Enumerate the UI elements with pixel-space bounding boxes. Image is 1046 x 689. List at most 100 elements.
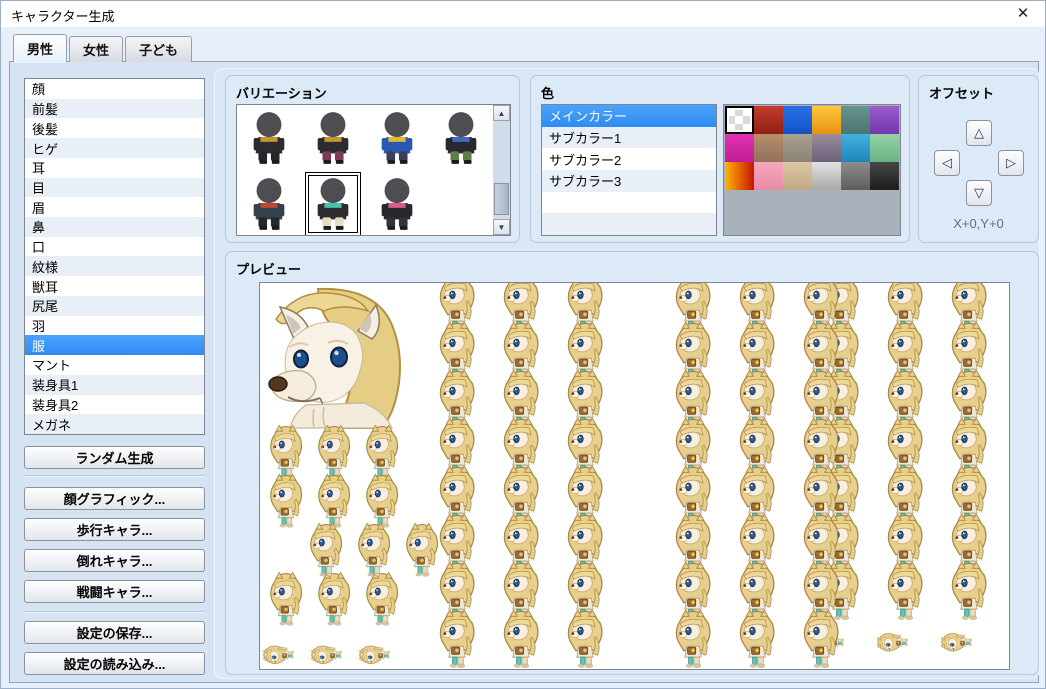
variation-item[interactable] bbox=[301, 171, 365, 236]
variation-item[interactable] bbox=[429, 105, 493, 171]
offset-title: オフセット bbox=[929, 83, 994, 102]
palette-swatch-18[interactable] bbox=[870, 162, 899, 190]
lying-character-sprite bbox=[263, 627, 309, 670]
parts-list-item-12[interactable]: 尻尾 bbox=[25, 296, 204, 316]
palette-swatch-16[interactable] bbox=[812, 162, 841, 190]
palette-swatch-11[interactable] bbox=[841, 134, 870, 162]
parts-list-item-2[interactable]: 前髪 bbox=[25, 99, 204, 119]
offset-right-button[interactable]: ▷ bbox=[998, 150, 1024, 176]
character-sprite bbox=[563, 610, 607, 668]
palette-swatch-12[interactable] bbox=[870, 134, 899, 162]
preview-sprite-cell bbox=[941, 618, 997, 667]
clothing-variation-sprite bbox=[374, 111, 420, 165]
preview-sprite-cell bbox=[314, 572, 354, 627]
palette-swatch-3[interactable] bbox=[783, 106, 812, 134]
color-channel-list[interactable]: メインカラーサブカラー1サブカラー2サブカラー3 bbox=[541, 104, 717, 236]
preview-small-sprite-grid bbox=[262, 431, 412, 670]
palette-swatch-14[interactable] bbox=[754, 162, 783, 190]
preview-sprite-cell bbox=[266, 523, 306, 578]
palette-swatch-9[interactable] bbox=[783, 134, 812, 162]
lying-character-sprite bbox=[311, 627, 357, 670]
character-sprite bbox=[362, 474, 402, 528]
parts-list-item-4[interactable]: ヒゲ bbox=[25, 138, 204, 158]
parts-list-item-7[interactable]: 眉 bbox=[25, 197, 204, 217]
lying-character-sprite bbox=[941, 618, 997, 662]
variation-item[interactable] bbox=[301, 105, 365, 171]
parts-list-item-14[interactable]: 服 bbox=[25, 335, 204, 355]
face-graphic-button[interactable]: 顔グラフィック... bbox=[24, 487, 205, 510]
preview-group: プレビュー bbox=[225, 251, 1039, 675]
scroll-up-icon[interactable]: ▲ bbox=[493, 105, 510, 121]
walk-character-button[interactable]: 歩行キャラ... bbox=[24, 518, 205, 541]
preview-sprite-cell bbox=[314, 523, 354, 578]
offset-up-button[interactable]: △ bbox=[966, 120, 992, 146]
preview-sprite-cell bbox=[359, 627, 405, 670]
palette-swatch-7[interactable] bbox=[725, 134, 754, 162]
preview-box bbox=[259, 282, 1010, 670]
load-settings-button[interactable]: 設定の読み込み... bbox=[24, 652, 205, 675]
variation-item[interactable] bbox=[365, 171, 429, 236]
scroll-down-icon[interactable]: ▼ bbox=[493, 219, 510, 235]
scrollbar-thumb[interactable] bbox=[494, 183, 509, 215]
variation-item[interactable] bbox=[365, 105, 429, 171]
tab-女性[interactable]: 女性 bbox=[69, 36, 123, 62]
variation-box: ▲ ▼ bbox=[236, 104, 511, 236]
tab-子ども[interactable]: 子ども bbox=[125, 36, 192, 62]
palette-swatch-15[interactable] bbox=[783, 162, 812, 190]
offset-down-button[interactable]: ▽ bbox=[966, 180, 992, 206]
color-channel-2[interactable]: サブカラー1 bbox=[542, 127, 716, 149]
character-sprite bbox=[314, 474, 354, 528]
offset-value: X+0,Y+0 bbox=[919, 216, 1038, 231]
palette-swatch-8[interactable] bbox=[754, 134, 783, 162]
palette-swatch-10[interactable] bbox=[812, 134, 841, 162]
parts-list-item-10[interactable]: 紋様 bbox=[25, 256, 204, 276]
parts-list-item-18[interactable]: メガネ bbox=[25, 414, 204, 434]
character-sprite bbox=[362, 425, 402, 479]
parts-list-item-5[interactable]: 耳 bbox=[25, 158, 204, 178]
color-channel-empty bbox=[542, 213, 716, 235]
offset-group: オフセット △ ◁ ▷ ▽ X+0,Y+0 bbox=[918, 75, 1039, 243]
variation-item[interactable] bbox=[237, 171, 301, 236]
damage-character-button[interactable]: 倒れキャラ... bbox=[24, 549, 205, 572]
parts-list-item-6[interactable]: 目 bbox=[25, 178, 204, 198]
tab-男性[interactable]: 男性 bbox=[13, 34, 67, 62]
color-channel-4[interactable]: サブカラー3 bbox=[542, 170, 716, 192]
palette-swatch-17[interactable] bbox=[841, 162, 870, 190]
battle-character-button[interactable]: 戦闘キャラ... bbox=[24, 580, 205, 603]
parts-list[interactable]: 顔前髪後髪ヒゲ耳目眉鼻口紋様獣耳尻尾羽服マント装身具1装身具2メガネ bbox=[24, 78, 205, 435]
parts-list-item-3[interactable]: 後髪 bbox=[25, 118, 204, 138]
variation-item[interactable] bbox=[237, 105, 301, 171]
palette-swatch-2[interactable] bbox=[754, 106, 783, 134]
color-channel-1[interactable]: メインカラー bbox=[542, 105, 716, 127]
variation-scrollbar[interactable]: ▲ ▼ bbox=[493, 105, 510, 235]
palette-swatch-13[interactable] bbox=[725, 162, 754, 190]
parts-list-item-11[interactable]: 獣耳 bbox=[25, 276, 204, 296]
color-channel-3[interactable]: サブカラー2 bbox=[542, 148, 716, 170]
save-settings-button[interactable]: 設定の保存... bbox=[24, 621, 205, 644]
parts-list-item-15[interactable]: マント bbox=[25, 355, 204, 375]
preview-sprite-cell bbox=[362, 523, 402, 578]
variation-grid bbox=[237, 105, 495, 236]
parts-list-item-16[interactable]: 装身具1 bbox=[25, 375, 204, 395]
variation-title: バリエーション bbox=[236, 83, 327, 102]
preview-sprite-cell bbox=[362, 572, 402, 627]
preview-sprite-cell bbox=[362, 474, 402, 529]
palette-swatch-5[interactable] bbox=[841, 106, 870, 134]
palette-swatch-1[interactable] bbox=[725, 106, 754, 134]
window-title: キャラクター生成 bbox=[11, 6, 114, 25]
parts-list-item-9[interactable]: 口 bbox=[25, 237, 204, 257]
close-icon[interactable]: ✕ bbox=[1013, 4, 1033, 22]
parts-list-item-1[interactable]: 顔 bbox=[25, 79, 204, 99]
parts-list-item-17[interactable]: 装身具2 bbox=[25, 395, 204, 415]
character-sprite bbox=[266, 572, 306, 626]
preview-sprite-cell bbox=[314, 474, 354, 529]
palette-swatch-4[interactable] bbox=[812, 106, 841, 134]
palette-swatch-6[interactable] bbox=[870, 106, 899, 134]
random-generate-button[interactable]: ランダム生成 bbox=[24, 446, 205, 469]
offset-left-button[interactable]: ◁ bbox=[934, 150, 960, 176]
preview-sprite-cell bbox=[266, 474, 306, 529]
divider bbox=[24, 475, 205, 477]
parts-list-item-8[interactable]: 鼻 bbox=[25, 217, 204, 237]
parts-list-item-13[interactable]: 羽 bbox=[25, 316, 204, 336]
character-sprite bbox=[627, 610, 671, 668]
